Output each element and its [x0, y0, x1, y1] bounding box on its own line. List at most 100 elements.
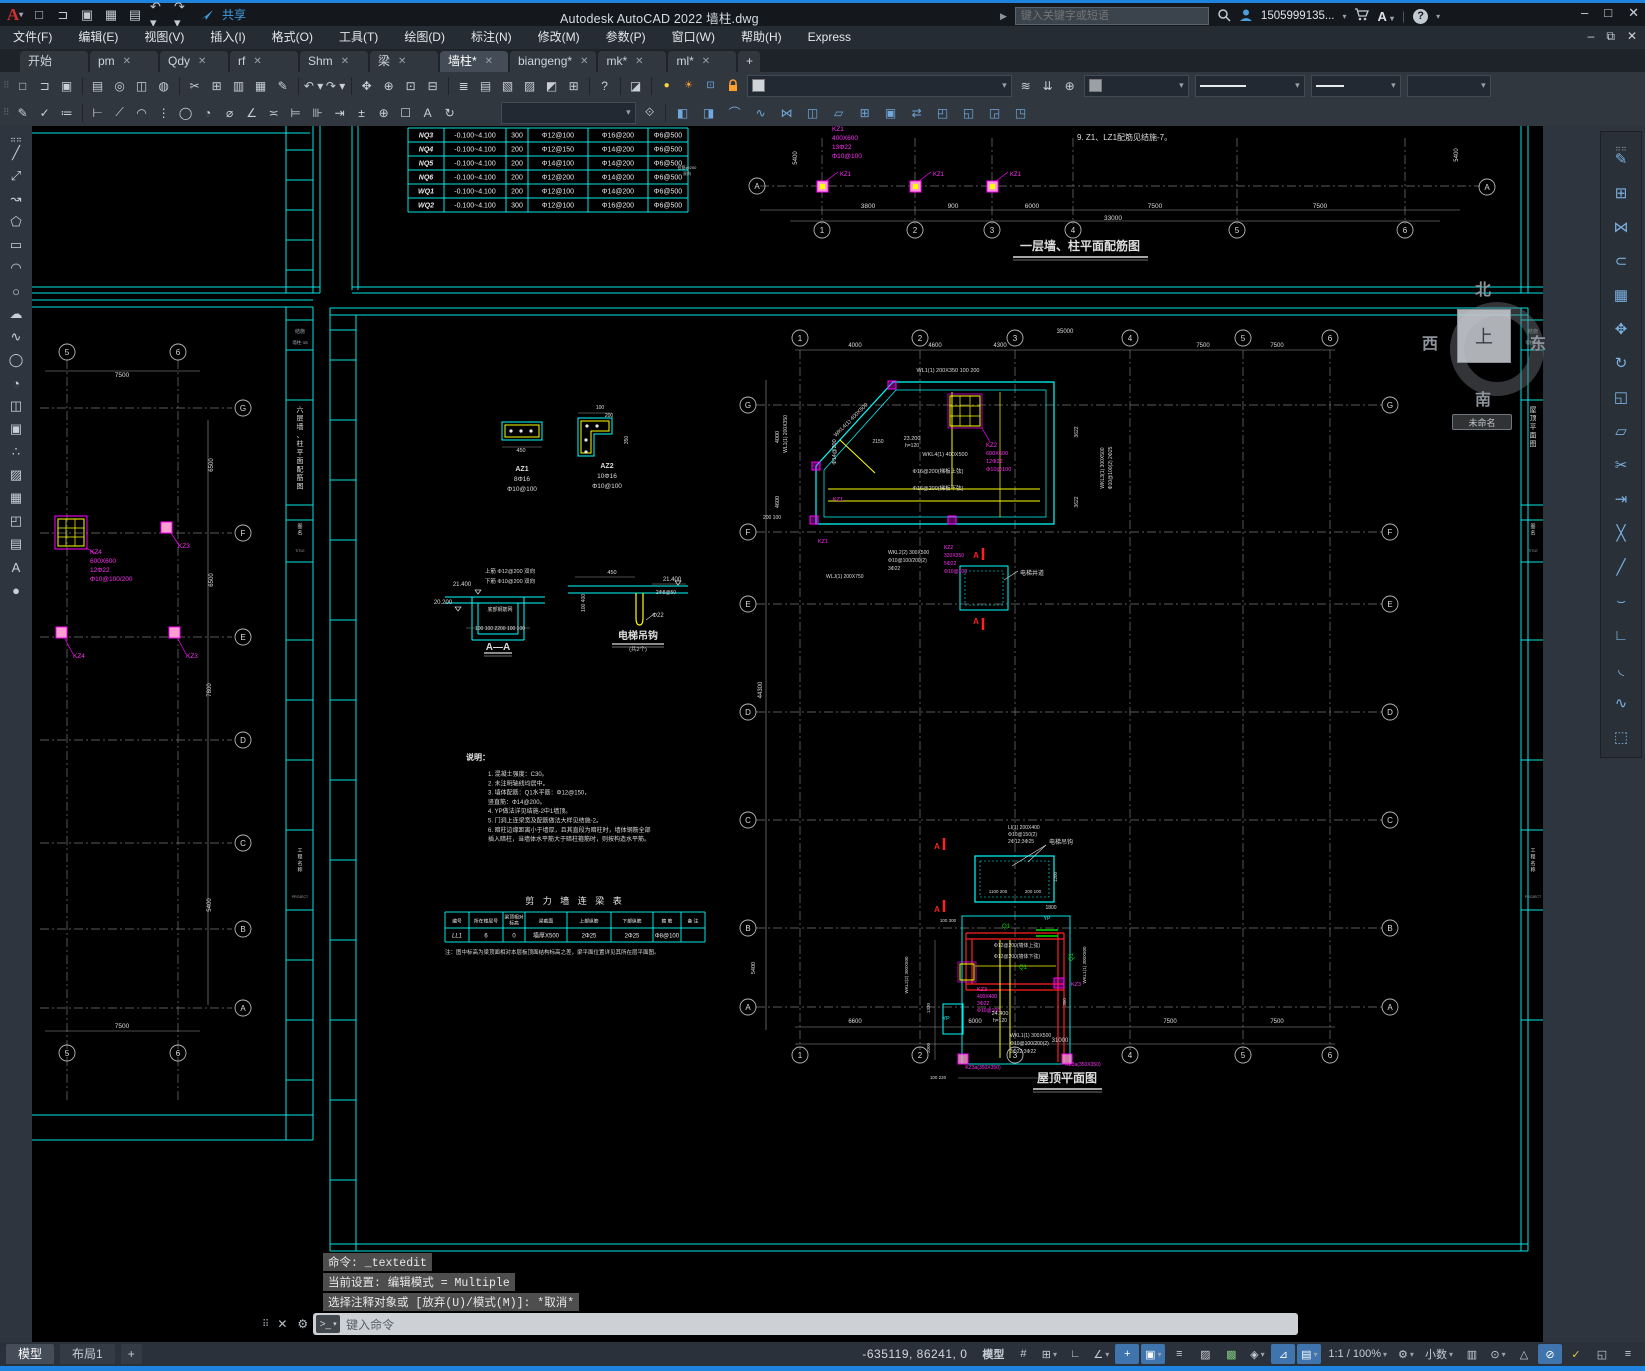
- layer-translate-icon[interactable]: ≋: [1016, 76, 1036, 96]
- layer-properties-icon[interactable]: ≣: [454, 76, 474, 96]
- plot-icon[interactable]: ▤: [88, 76, 108, 96]
- drawing-canvas[interactable]: NQ3 -0.100~4.100 300 Φ12@100 Φ16@200 Φ6@500 NQ…: [21, 126, 1543, 1342]
- qnew-icon[interactable]: □: [13, 76, 33, 96]
- dim-style-manager-icon[interactable]: ⟐: [640, 103, 660, 123]
- stretch-icon[interactable]: ▱: [1605, 416, 1637, 446]
- user-dropdown-icon[interactable]: ▾: [1342, 12, 1346, 21]
- dim-jogged-icon[interactable]: ◔: [198, 103, 218, 123]
- units[interactable]: 小数 ▾: [1420, 1344, 1458, 1364]
- search-icon[interactable]: [1217, 8, 1231, 25]
- user-id[interactable]: 1505999135...: [1261, 10, 1335, 22]
- layer-lock-icon[interactable]: ◩: [542, 76, 562, 96]
- plot-preview-icon[interactable]: ◎: [110, 76, 130, 96]
- menu-9[interactable]: 修改(M): [525, 26, 593, 49]
- customization-menu-icon[interactable]: ≡: [1616, 1344, 1640, 1364]
- copy-clip-icon[interactable]: ⊞: [207, 76, 227, 96]
- spell-check-icon[interactable]: ✓: [35, 103, 55, 123]
- trim-icon[interactable]: ✂: [1605, 450, 1637, 480]
- layer-on-bulb-icon[interactable]: ●: [657, 76, 677, 96]
- snap-mode-icon[interactable]: ⊞ ▾: [1037, 1344, 1061, 1364]
- array-icon[interactable]: ▦: [1605, 280, 1637, 310]
- move-icon[interactable]: ✥: [1605, 314, 1637, 344]
- doc-close-button[interactable]: ✕: [1627, 29, 1637, 44]
- tolerance-icon[interactable]: ±: [352, 103, 372, 123]
- doc-tab-pm[interactable]: pm ✕: [90, 51, 158, 72]
- polygon-icon[interactable]: ⬠: [4, 211, 28, 233]
- menu-11[interactable]: 窗口(W): [659, 26, 728, 49]
- scale-list-icon[interactable]: ≔: [57, 103, 77, 123]
- open-icon[interactable]: ⊐: [35, 76, 55, 96]
- ellipse-icon[interactable]: ◯: [4, 349, 28, 371]
- dynamic-ucs-icon[interactable]: ⊿: [1271, 1344, 1296, 1364]
- region-icon[interactable]: ◰: [4, 510, 28, 532]
- dim-inspect-icon[interactable]: ☐: [396, 103, 416, 123]
- edit-text-icon[interactable]: ✎: [13, 103, 33, 123]
- menu-8[interactable]: 标注(N): [458, 26, 525, 49]
- center-mark-icon[interactable]: ⊕: [374, 103, 394, 123]
- 3d-move-icon[interactable]: ◰: [933, 103, 953, 123]
- menu-12[interactable]: 帮助(H): [728, 26, 795, 49]
- layer-thaw-sun-icon[interactable]: ☀: [679, 76, 699, 96]
- tab-close-icon[interactable]: ✕: [123, 51, 131, 72]
- spline-edit-icon[interactable]: ∿: [751, 103, 771, 123]
- dim-style-combo[interactable]: ▾: [500, 101, 636, 124]
- multiline-text-icon[interactable]: A: [4, 556, 28, 578]
- dim-arc-length-icon[interactable]: ◠: [132, 103, 152, 123]
- circle-icon[interactable]: ○: [4, 280, 28, 302]
- 3d-align-icon[interactable]: ◲: [985, 103, 1005, 123]
- doc-tab-biangeng[interactable]: biangeng* ✕: [510, 51, 597, 72]
- fillet-icon[interactable]: ◟: [1605, 654, 1637, 684]
- grid-display-icon[interactable]: #: [1011, 1344, 1035, 1364]
- doc-minimize-button[interactable]: –: [1588, 29, 1595, 44]
- mledit-icon[interactable]: ⋈: [777, 103, 797, 123]
- scale-icon[interactable]: ◱: [1605, 382, 1637, 412]
- xref-icon[interactable]: ⊞: [855, 103, 875, 123]
- dim-text-edit-icon[interactable]: A: [418, 103, 438, 123]
- layer-vp-freeze-icon[interactable]: ⊡: [701, 76, 721, 96]
- doc-tab-[interactable]: 开始: [20, 51, 88, 72]
- quick-properties-icon[interactable]: ▥: [1460, 1344, 1484, 1364]
- share-icon[interactable]: [198, 6, 216, 24]
- batch-plot-icon[interactable]: ◫: [132, 76, 152, 96]
- doc-tab-ml[interactable]: ml* ✕: [668, 51, 737, 72]
- undo-icon[interactable]: ↶ ▾: [150, 0, 168, 30]
- layer-states-icon[interactable]: ▤: [476, 76, 496, 96]
- maximize-button[interactable]: □: [1604, 5, 1612, 21]
- lineweight-display-icon[interactable]: ≡: [1167, 1344, 1191, 1364]
- break-at-point-icon[interactable]: ╳: [1605, 518, 1637, 548]
- autodesk-a-icon[interactable]: A ▾: [1377, 9, 1394, 24]
- layer-prev-icon[interactable]: ⇊: [1038, 76, 1058, 96]
- pan-icon[interactable]: ✥: [357, 76, 377, 96]
- command-close-icon[interactable]: ✕: [277, 1317, 287, 1331]
- tab-close-icon[interactable]: ✕: [702, 51, 710, 72]
- menu-5[interactable]: 格式(O): [259, 26, 326, 49]
- line-icon[interactable]: ╱: [4, 142, 28, 164]
- doc-tab-Qdy[interactable]: Qdy ✕: [160, 51, 228, 72]
- command-customize-icon[interactable]: ⚙: [297, 1317, 308, 1331]
- construction-line-icon[interactable]: ⤢: [4, 165, 28, 187]
- help-icon[interactable]: ?: [595, 76, 615, 96]
- dim-radius-icon[interactable]: ◯: [176, 103, 196, 123]
- color-combo[interactable]: ▾: [1083, 74, 1189, 97]
- menu-7[interactable]: 绘图(D): [391, 26, 458, 49]
- zoom-previous-icon[interactable]: ⊟: [423, 76, 443, 96]
- revision-cloud-icon[interactable]: ☁: [4, 303, 28, 325]
- paste-special-icon[interactable]: ▦: [251, 76, 271, 96]
- etransmit-icon[interactable]: ◪: [626, 76, 646, 96]
- copy-icon[interactable]: ⊞: [1605, 178, 1637, 208]
- make-block-icon[interactable]: ▣: [4, 418, 28, 440]
- annotation-scale[interactable]: 1:1 / 100% ▾: [1323, 1344, 1392, 1364]
- point-style-icon[interactable]: ●: [4, 579, 28, 601]
- menu-2[interactable]: 编辑(E): [65, 26, 131, 49]
- polyline-icon[interactable]: ↝: [4, 188, 28, 210]
- block-editor-icon[interactable]: ▱: [829, 103, 849, 123]
- save-as-icon[interactable]: ▦: [102, 6, 120, 24]
- explode-icon[interactable]: ⬚: [1605, 722, 1637, 752]
- insert-block-icon[interactable]: ◫: [4, 395, 28, 417]
- hatch-edit-icon[interactable]: ◨: [699, 103, 719, 123]
- dim-aligned-icon[interactable]: ⟋: [110, 103, 130, 123]
- menu-1[interactable]: 文件(F): [0, 26, 65, 49]
- match-properties-icon[interactable]: ✎: [273, 76, 293, 96]
- search-expand-icon[interactable]: ▶: [1000, 11, 1007, 22]
- chamfer-icon[interactable]: ∟: [1605, 620, 1637, 650]
